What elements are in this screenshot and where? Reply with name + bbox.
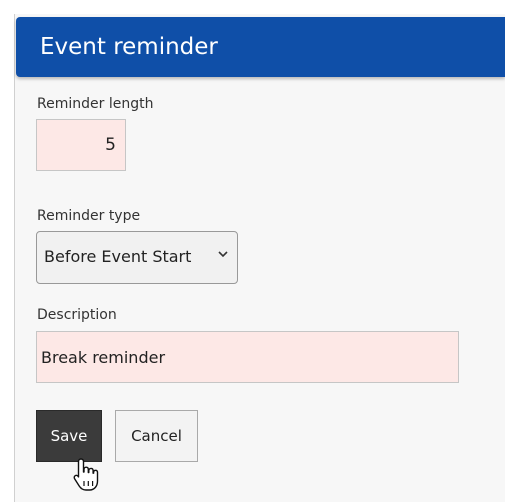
dialog-title: Event reminder <box>40 34 218 60</box>
reminder-type-select[interactable]: Before Event Start <box>36 231 238 284</box>
reminder-length-input[interactable] <box>36 119 126 171</box>
reminder-length-label: Reminder length <box>37 96 154 112</box>
reminder-type-selected-value: Before Event Start <box>44 247 192 266</box>
reminder-type-label: Reminder type <box>37 208 141 224</box>
save-button[interactable]: Save <box>36 410 102 462</box>
cancel-button[interactable]: Cancel <box>115 410 198 462</box>
description-label: Description <box>37 307 117 323</box>
chevron-down-icon <box>218 251 228 258</box>
description-input[interactable] <box>36 331 459 383</box>
